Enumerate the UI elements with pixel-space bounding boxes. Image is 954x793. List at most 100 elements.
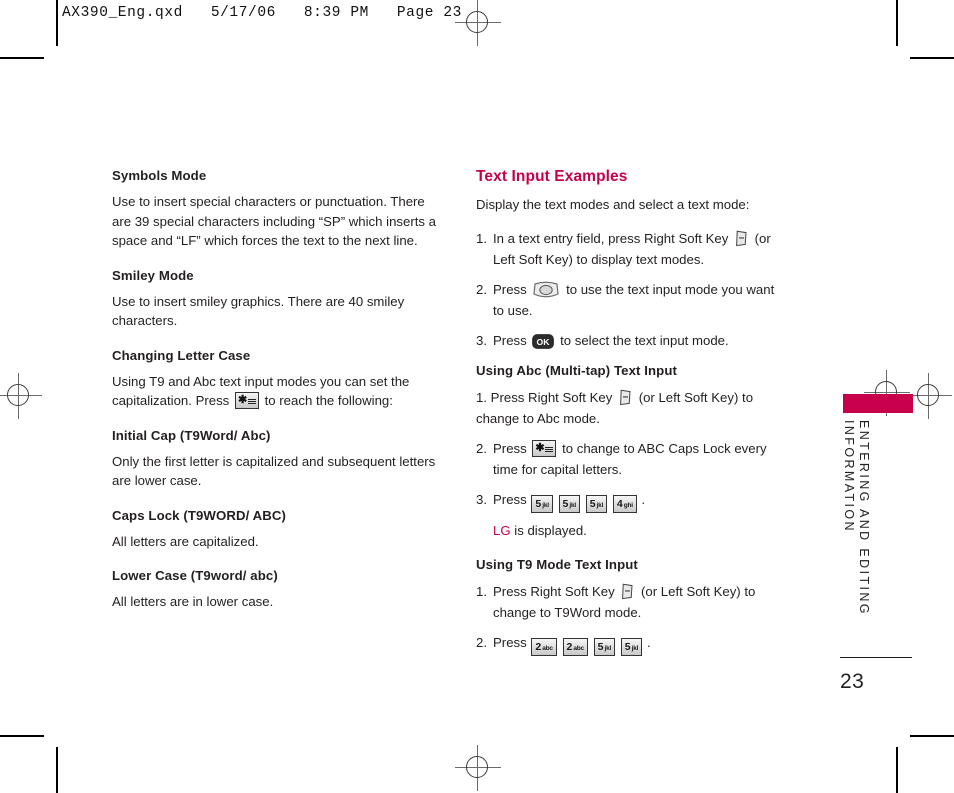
initial-cap-heading: Initial Cap (T9Word/ Abc) (112, 427, 271, 443)
smiley-mode-body: Use to insert smiley graphics. There are… (112, 293, 405, 329)
step-number: 1. (476, 230, 487, 246)
step-text-cont: to select the text input mode. (560, 332, 729, 348)
step-number: 3. (476, 491, 487, 507)
step-item: 1. In a text entry field, press Right So… (476, 228, 806, 270)
step-text: Press Right Soft Key (493, 584, 615, 599)
changing-letter-case-text-after: to reach the following: (264, 393, 393, 408)
step-item: 2. Press 2abc 2abc 5jkl 5jkl . (476, 632, 806, 656)
numeric-key: 5jkl (620, 638, 643, 656)
key-letters: abc (573, 645, 584, 652)
section-smiley-mode: Smiley Mode Use to insert smiley graphic… (112, 268, 442, 331)
initial-cap-body: Only the first letter is capitalized and… (112, 453, 436, 489)
svg-text:OK: OK (537, 337, 551, 347)
section-caps-lock: Caps Lock (T9WORD/ ABC) All letters are … (112, 508, 442, 552)
step-text: Press (493, 491, 527, 507)
lower-case-heading: Lower Case (T9word/ abc) (112, 568, 278, 583)
step-number: 2. (476, 440, 487, 456)
step-text: Press (493, 635, 527, 650)
key-letters: ghi (623, 501, 633, 509)
numeric-key: 5jkl (531, 494, 553, 513)
using-t9-steps: 1. Press Right Soft Key (or Left Soft Ke… (476, 581, 806, 656)
key-digit: 5 (535, 497, 542, 510)
step-text: In a text entry field, press Right Soft … (493, 230, 729, 246)
page-number: 23 (840, 670, 865, 693)
key-digit: 2 (566, 641, 573, 653)
right-soft-key-icon (621, 583, 634, 600)
step-text-cont: to change to ABC Caps Lock every (562, 440, 767, 456)
section-changing-letter-case: Changing Letter Case Using T9 and Abc te… (112, 348, 442, 411)
step-trailing-punctuation: . (641, 491, 646, 507)
step-item: 2. Press to use the text input mode you … (476, 279, 806, 321)
using-abc-heading: Using Abc (Multi-tap) Text Input (476, 362, 677, 378)
star-key-icon: ✱ (234, 392, 259, 409)
step-number: 1. (476, 389, 487, 405)
changing-letter-case-body: Using T9 and Abc text input modes you ca… (112, 372, 442, 411)
numeric-key: 5jkl (593, 638, 616, 656)
step-item: 1. Press Right Soft Key (or Left Soft Ke… (476, 581, 806, 623)
step-text: Press Right Soft Key (490, 389, 613, 405)
caps-lock-body: All letters are capitalized. (112, 533, 259, 549)
step-item: 2. Press ✱ to change to ABC Caps Lock ev… (476, 438, 806, 480)
numeric-key: 5jkl (558, 494, 581, 513)
step-text-line2: change to Abc mode. (476, 410, 600, 426)
text-input-examples-intro: Display the text modes and select a text… (476, 197, 750, 212)
star-key-icon: ✱ (532, 439, 557, 457)
key-digit: 2 (535, 641, 542, 653)
abc-result-accent: LG (493, 522, 511, 538)
numeric-key: 2abc (562, 638, 588, 656)
abc-result-rest: is displayed. (514, 522, 587, 538)
step-number: 1. (476, 584, 487, 599)
section-lower-case: Lower Case (T9word/ abc) All letters are… (112, 568, 442, 612)
step-text: Press (493, 332, 527, 348)
step-text-cont: to use the text input mode you want (566, 281, 775, 297)
step-text-line2: Left Soft Key) to display text modes. (493, 251, 705, 267)
ok-key-icon: OK (532, 333, 555, 349)
key-letters: abc (542, 645, 553, 652)
key-letters: jkl (596, 501, 604, 509)
chapter-side-label-line2: INFORMATION (842, 420, 856, 533)
right-soft-key-icon (619, 389, 632, 406)
key-digit: 5 (597, 641, 604, 653)
numeric-key: 4ghi (612, 494, 637, 513)
chapter-side-label: ENTERING AND EDITING INFORMATION (842, 420, 883, 630)
text-input-examples-steps: 1. In a text entry field, press Right So… (476, 228, 806, 351)
step-text-cont: (or (754, 230, 771, 246)
changing-letter-case-heading: Changing Letter Case (112, 347, 251, 363)
symbols-mode-body: Use to insert special characters or punc… (112, 194, 436, 248)
key-letters: jkl (604, 645, 612, 652)
using-abc-steps: 1. Press Right Soft Key (or Left Soft Ke… (476, 387, 806, 513)
key-digit: 4 (616, 497, 623, 510)
key-letters: jkl (542, 501, 549, 509)
chapter-thumb-tab (843, 394, 913, 413)
step-item: 3. Press OK to select the text input mod… (476, 330, 806, 351)
numeric-key: 2abc (531, 638, 557, 656)
text-input-examples-title: Text Input Examples (476, 168, 628, 185)
chapter-side-label-line1: ENTERING AND EDITING (857, 420, 871, 616)
key-digit: 5 (562, 497, 569, 510)
key-letters: jkl (631, 645, 639, 652)
step-text-cont: (or Left Soft Key) to (641, 584, 756, 599)
step-text-line2: time for capital letters. (493, 461, 622, 477)
left-column: Symbols Mode Use to insert special chara… (112, 168, 442, 629)
step-text-line2: to use. (493, 302, 533, 318)
step-item: 3. Press 5jkl 5jkl 5jkl 4ghi . (476, 489, 806, 513)
key-letters: jkl (569, 501, 577, 509)
smiley-mode-heading: Smiley Mode (112, 267, 194, 283)
step-item: 1. Press Right Soft Key (or Left Soft Ke… (476, 387, 806, 429)
key-digit: 5 (624, 641, 631, 653)
caps-lock-heading: Caps Lock (T9WORD/ ABC) (112, 507, 286, 523)
symbols-mode-heading: Symbols Mode (112, 168, 207, 183)
step-trailing-punctuation: . (646, 635, 651, 650)
step-text: Press (493, 281, 527, 297)
step-number: 2. (476, 281, 487, 297)
right-soft-key-icon (735, 230, 748, 247)
lower-case-body: All letters are in lower case. (112, 594, 274, 609)
folio-rule (840, 657, 912, 658)
step-number: 3. (476, 332, 487, 348)
navigation-key-icon (532, 281, 560, 300)
section-symbols-mode: Symbols Mode Use to insert special chara… (112, 168, 442, 251)
using-t9-heading: Using T9 Mode Text Input (476, 557, 638, 572)
step-text-line2: change to T9Word mode. (493, 605, 642, 620)
right-column: Text Input Examples Display the text mod… (476, 168, 806, 668)
key-digit: 5 (589, 497, 596, 510)
